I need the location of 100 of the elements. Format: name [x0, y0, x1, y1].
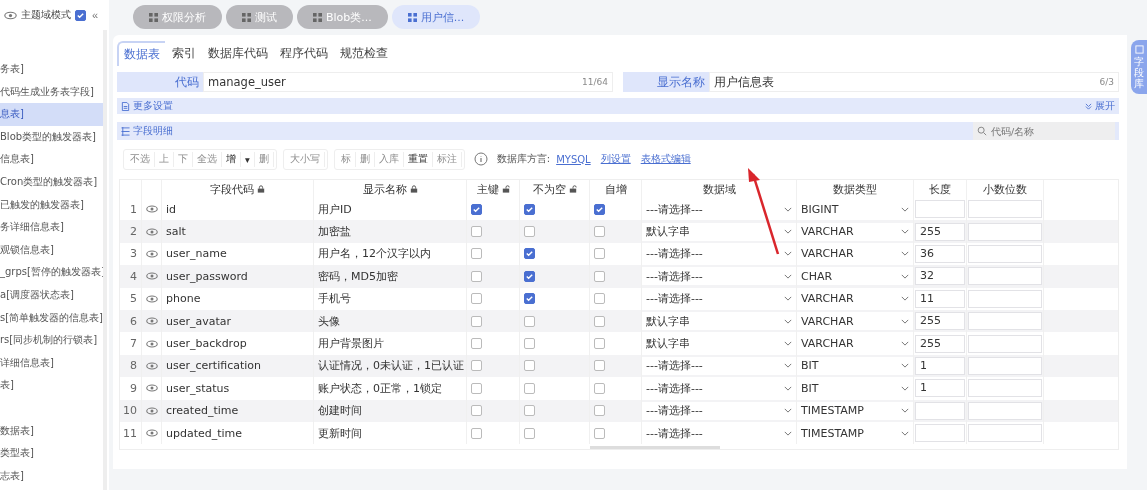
select-field[interactable]: VARCHAR [797, 222, 913, 241]
checkbox[interactable] [75, 9, 86, 21]
checkbox[interactable] [524, 270, 535, 282]
checkbox[interactable] [471, 248, 482, 260]
checkbox[interactable] [524, 382, 535, 394]
select-field[interactable]: VARCHAR [797, 312, 913, 331]
sidebar-item[interactable]: 代码生成业务表字段] [0, 80, 103, 104]
sidebar-item[interactable]: 详细信息表] [0, 351, 103, 375]
checkbox[interactable] [524, 405, 535, 417]
input-field[interactable]: 255 [915, 334, 965, 353]
tab[interactable]: 数据库代码 [203, 41, 273, 66]
checkbox[interactable] [594, 338, 605, 350]
input-field[interactable]: 1 [915, 379, 965, 398]
eye-icon[interactable] [145, 361, 158, 370]
eye-icon[interactable] [4, 10, 17, 20]
input-field[interactable]: 32 [915, 267, 965, 286]
sidebar-item[interactable]: Cron类型的触发器表] [0, 170, 103, 194]
checkbox[interactable] [471, 338, 482, 350]
checkbox[interactable] [524, 203, 535, 215]
checkbox[interactable] [524, 427, 535, 439]
select-field[interactable]: ---请选择--- [642, 356, 796, 375]
toolbar-button[interactable]: 重置 [403, 151, 433, 167]
checkbox[interactable] [594, 360, 605, 372]
checkbox[interactable] [471, 382, 482, 394]
input-field[interactable] [968, 401, 1042, 420]
eye-icon[interactable] [145, 294, 158, 303]
sidebar-item[interactable]: 数据表] [0, 419, 103, 443]
section-bar[interactable]: 更多设置 展开 [117, 98, 1119, 114]
dialect-link[interactable]: MYSQL [556, 153, 591, 165]
checkbox[interactable] [524, 226, 535, 238]
search-field[interactable]: 代码/名称 [973, 122, 1115, 140]
open-tab[interactable]: 用户信... [391, 5, 481, 29]
input-field[interactable] [968, 379, 1042, 398]
input-field[interactable] [968, 267, 1042, 286]
lock-icon[interactable] [409, 185, 418, 193]
checkbox[interactable] [594, 203, 605, 215]
checkbox[interactable] [524, 360, 535, 372]
input-field[interactable] [968, 424, 1042, 443]
input-field[interactable]: 255 [915, 222, 965, 241]
lock-icon[interactable] [257, 185, 265, 193]
checkbox[interactable] [471, 405, 482, 417]
checkbox[interactable] [471, 226, 482, 238]
toolbar-link[interactable]: 列设置 [600, 152, 631, 166]
select-field[interactable]: BIT [797, 356, 913, 375]
select-field[interactable]: 默认字串 [642, 312, 796, 331]
checkbox[interactable] [524, 293, 535, 305]
input-field[interactable] [968, 289, 1042, 308]
input-field[interactable] [915, 200, 965, 219]
tab[interactable]: 程序代码 [275, 41, 333, 66]
select-field[interactable]: 默认字串 [642, 222, 796, 241]
checkbox[interactable] [471, 203, 482, 215]
sidebar-item[interactable]: 表] [0, 374, 103, 397]
select-field[interactable]: ---请选择--- [642, 267, 796, 286]
input-field[interactable] [915, 424, 965, 443]
eye-icon[interactable] [145, 317, 158, 326]
eye-icon[interactable] [145, 429, 158, 438]
select-field[interactable]: CHAR [797, 267, 913, 286]
sidebar-item[interactable]: 类型表] [0, 442, 103, 465]
input-field[interactable] [968, 222, 1042, 241]
checkbox[interactable] [594, 270, 605, 282]
checkbox[interactable] [594, 293, 605, 305]
checkbox[interactable] [471, 360, 482, 372]
sidebar-item[interactable]: 务详细信息表] [0, 216, 103, 239]
input-field[interactable] [915, 401, 965, 420]
toolbar-button[interactable]: 增 [222, 151, 241, 167]
sidebar-item[interactable]: 信息表] [0, 148, 103, 171]
checkbox[interactable] [594, 427, 605, 439]
checkbox[interactable] [471, 293, 482, 305]
input-field[interactable]: 36 [915, 244, 965, 263]
sidebar-item[interactable]: 观锁信息表] [0, 238, 103, 262]
eye-icon[interactable] [145, 249, 158, 258]
checkbox[interactable] [471, 270, 482, 282]
checkbox[interactable] [594, 248, 605, 260]
input-field[interactable] [968, 312, 1042, 331]
tab[interactable]: 规范检查 [335, 41, 393, 66]
input-field[interactable] [968, 334, 1042, 353]
collapse-button[interactable]: « [90, 9, 101, 21]
toolbar-button[interactable]: ▾ [241, 151, 255, 167]
input-field[interactable]: 1 [915, 356, 965, 375]
unlock-icon[interactable] [568, 185, 577, 193]
sidebar-item[interactable]: s[简单触发器的信息表] [0, 306, 103, 330]
input-field[interactable]: 用户信息表 6/3 [709, 72, 1119, 92]
checkbox[interactable] [594, 226, 605, 238]
checkbox[interactable] [594, 315, 605, 327]
checkbox[interactable] [594, 405, 605, 417]
sidebar-item[interactable]: 志表] [0, 464, 103, 488]
checkbox[interactable] [524, 338, 535, 350]
checkbox[interactable] [471, 315, 482, 327]
input-field[interactable] [968, 244, 1042, 263]
checkbox[interactable] [524, 315, 535, 327]
select-field[interactable]: ---请选择--- [642, 401, 796, 420]
expand-link[interactable]: 展开 [1095, 99, 1115, 113]
sidebar-item[interactable]: rs[同步机制的行锁表] [0, 329, 103, 352]
sidebar-item[interactable]: Blob类型的触发器表] [0, 125, 103, 149]
tab[interactable]: 索引 [167, 41, 201, 66]
input-field[interactable] [968, 356, 1042, 375]
toolbar-link[interactable]: 表格式编辑 [640, 152, 691, 166]
input-field[interactable]: manage_user 11/64 [203, 72, 613, 92]
checkbox[interactable] [471, 427, 482, 439]
tab[interactable]: 数据表 [117, 41, 165, 66]
